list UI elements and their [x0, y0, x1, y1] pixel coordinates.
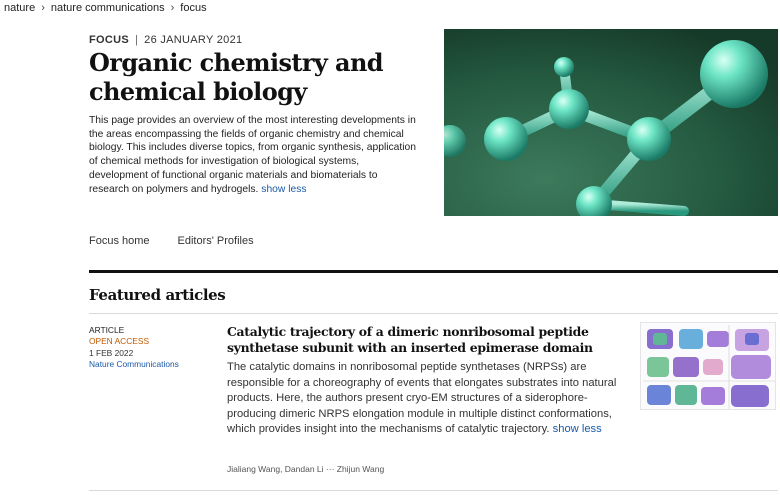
article-authors: Jialiang Wang, Dandan Li ··· Zhijun Wang [227, 464, 385, 474]
article-thumbnail[interactable] [640, 322, 776, 410]
article-type: ARTICLE [89, 325, 125, 335]
breadcrumb-item-nature-communications[interactable]: nature communications [51, 2, 165, 14]
focus-tabs: Focus home Editors' Profiles [89, 235, 254, 247]
article-meta: ARTICLE OPEN ACCESS 1 FEB 2022 Nature Co… [89, 325, 179, 371]
journal-link[interactable]: Nature Communications [89, 359, 179, 370]
page-description: This page provides an overview of the mo… [89, 114, 419, 196]
show-less-link[interactable]: show less [261, 184, 306, 195]
page-meta: FOCUS | 26 JANUARY 2021 [89, 34, 242, 46]
article-abstract: The catalytic domains in nonribosomal pe… [227, 360, 627, 438]
article-bottom-divider [89, 490, 778, 491]
hero-image [444, 29, 778, 216]
page-title: Organic chemistry and chemical biology [89, 48, 384, 106]
article-top-divider [89, 313, 778, 314]
tab-editors-profiles[interactable]: Editors' Profiles [178, 235, 254, 247]
meta-divider: | [135, 34, 139, 46]
content-type-label: FOCUS [89, 34, 129, 46]
abstract-show-less-link[interactable]: show less [553, 423, 602, 435]
featured-articles-heading: Featured articles [89, 286, 226, 304]
molecule-illustration [444, 29, 778, 216]
breadcrumb: nature › nature communications › focus [4, 2, 207, 14]
article-title-link[interactable]: Catalytic trajectory of a dimeric nonrib… [227, 324, 627, 355]
section-divider [89, 270, 778, 273]
chevron-right-icon: › [41, 2, 45, 14]
breadcrumb-item-focus[interactable]: focus [180, 2, 206, 14]
protein-structure-figure [641, 323, 775, 409]
breadcrumb-item-nature[interactable]: nature [4, 2, 35, 14]
publish-date: 26 JANUARY 2021 [144, 34, 243, 46]
tab-focus-home[interactable]: Focus home [89, 235, 150, 247]
article-date: 1 FEB 2022 [89, 347, 134, 358]
chevron-right-icon: › [170, 2, 175, 14]
description-text: This page provides an overview of the mo… [89, 115, 416, 195]
open-access-badge: OPEN ACCESS [89, 336, 150, 347]
